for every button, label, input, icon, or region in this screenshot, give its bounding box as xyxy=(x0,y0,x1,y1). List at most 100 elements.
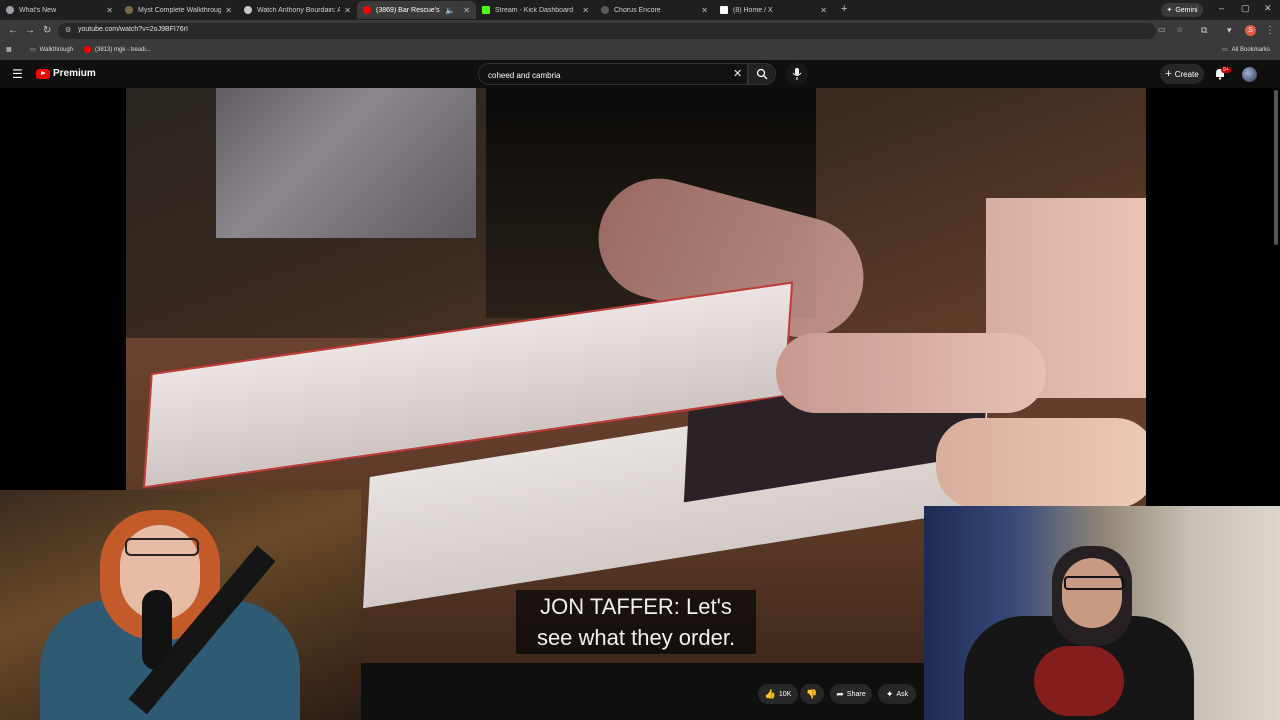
webcam-overlay-right xyxy=(924,506,1280,720)
menu-kebab-icon[interactable]: ⋮ xyxy=(1265,25,1275,36)
browser-tab-bar-rescue[interactable]: (3869) Bar Rescue's WORST 🔈 ✕ xyxy=(357,1,476,19)
all-bookmarks-label: All Bookmarks xyxy=(1231,46,1271,53)
thumbs-up-icon: 👍 xyxy=(764,688,776,699)
browser-tab-whats-new[interactable]: What's New ✕ xyxy=(0,1,119,19)
new-tab-button[interactable]: + xyxy=(841,3,847,15)
browser-tab-bourdain[interactable]: Watch Anthony Bourdain: A Co ✕ xyxy=(238,1,357,19)
ask-button[interactable]: ✦ Ask xyxy=(878,684,916,704)
gemini-button[interactable]: ✦ Gemini xyxy=(1161,3,1203,17)
browser-tab-chorus-encore[interactable]: Chorus Encore ✕ xyxy=(595,1,714,19)
account-avatar[interactable] xyxy=(1242,67,1257,82)
close-tab-icon[interactable]: ✕ xyxy=(820,6,827,15)
forward-icon[interactable]: → xyxy=(25,25,35,36)
folder-icon: ▭ xyxy=(1222,47,1228,53)
all-bookmarks[interactable]: ▭ All Bookmarks xyxy=(1222,46,1271,54)
browser-tab-x[interactable]: (8) Home / X ✕ xyxy=(714,1,833,19)
minimize-icon[interactable]: – xyxy=(1219,3,1224,13)
like-count: 10K xyxy=(778,690,792,698)
browser-tab-bar: What's New ✕ Myst Complete Walkthrough -… xyxy=(0,0,1280,20)
tab-title: Myst Complete Walkthrough - xyxy=(138,6,222,14)
notifications-badge: 9+ xyxy=(1221,67,1231,73)
cast-icon[interactable]: ▭ xyxy=(1158,25,1166,34)
voice-search-button[interactable] xyxy=(786,63,808,85)
bookmark-mgk[interactable]: (3813) mgk - treadi... xyxy=(84,46,151,53)
url-text[interactable]: youtube.com/watch?v=2oJ9BFI76rI xyxy=(78,26,188,33)
clear-search-icon[interactable]: ✕ xyxy=(733,67,742,80)
tab-title: Stream - Kick Dashboard xyxy=(495,6,574,14)
reload-icon[interactable]: ↻ xyxy=(43,25,51,36)
bookmark-star-icon[interactable]: ☆ xyxy=(1176,25,1183,34)
restore-icon[interactable]: ▢ xyxy=(1241,3,1250,14)
search-input[interactable] xyxy=(486,67,730,83)
share-button[interactable]: ➦ Share xyxy=(830,684,872,704)
bookmarks-bar: ▦ ▭ Walkthrough (3813) mgk - treadi... ▭… xyxy=(0,42,1280,60)
ask-label: Ask xyxy=(896,690,909,698)
webcam-overlay-left xyxy=(0,490,361,720)
address-bar-row: ← → ↻ ⚙ youtube.com/watch?v=2oJ9BFI76rI … xyxy=(0,20,1280,42)
streamer-glasses xyxy=(1064,576,1124,590)
video-scene-hand xyxy=(776,333,1046,413)
like-button[interactable]: 👍 10K xyxy=(758,684,798,704)
caption-line: see what they order. xyxy=(536,625,736,650)
close-tab-icon[interactable]: ✕ xyxy=(701,6,708,15)
bookmark-label: (3813) mgk - treadi... xyxy=(95,46,151,53)
video-action-bar: 👍 10K 👎 ➦ Share ✦ Ask xyxy=(360,663,924,720)
caption-line: JON TAFFER: Let's xyxy=(540,594,732,619)
video-scene-shirt xyxy=(216,88,476,238)
youtube-favicon-icon xyxy=(84,46,91,53)
tab-title: Chorus Encore xyxy=(614,6,661,14)
share-arrow-icon: ➦ xyxy=(836,688,844,699)
chrome-icon xyxy=(6,6,14,14)
audio-icon[interactable]: 🔈 xyxy=(445,6,455,15)
video-scene-hand xyxy=(936,418,1146,508)
youtube-favicon-icon xyxy=(363,6,371,14)
video-captions: JON TAFFER: Let's see what they order. xyxy=(516,590,756,654)
address-bar[interactable]: ⚙ youtube.com/watch?v=2oJ9BFI76rI ▭ ☆ xyxy=(58,23,1183,39)
globe-icon xyxy=(601,6,609,14)
youtube-header: ☰ Premium ✕ + Create 9+ xyxy=(0,60,1280,88)
tab-title: (3869) Bar Rescue's WORST xyxy=(376,6,441,14)
browser-tab-kick[interactable]: Stream - Kick Dashboard ✕ xyxy=(476,1,595,19)
site-favicon-icon xyxy=(244,6,252,14)
youtube-premium-logo[interactable]: Premium xyxy=(36,68,96,79)
hamburger-menu-icon[interactable]: ☰ xyxy=(12,67,23,81)
site-info-icon[interactable]: ⚙ xyxy=(65,26,71,34)
create-label: Create xyxy=(1174,69,1199,79)
thumbs-down-icon: 👎 xyxy=(806,688,818,699)
dislike-button[interactable]: 👎 xyxy=(800,684,824,704)
bookmark-label: Walkthrough xyxy=(39,46,74,53)
profile-avatar[interactable]: S xyxy=(1245,25,1256,36)
close-tab-icon[interactable]: ✕ xyxy=(582,6,589,15)
microphone-icon xyxy=(792,68,802,80)
browser-tab-myst[interactable]: Myst Complete Walkthrough - ✕ xyxy=(119,1,238,19)
folder-icon: ▭ xyxy=(30,47,36,53)
extensions-icon[interactable]: ⧉ xyxy=(1201,25,1207,36)
search-button[interactable] xyxy=(748,63,776,85)
close-tab-icon[interactable]: ✕ xyxy=(225,6,232,15)
page-scrollbar[interactable] xyxy=(1274,90,1278,245)
close-tab-icon[interactable]: ✕ xyxy=(463,6,470,15)
share-label: Share xyxy=(846,690,866,698)
x-logo-icon xyxy=(720,6,728,14)
search-icon xyxy=(756,68,768,80)
bookmark-walkthrough[interactable]: ▭ Walkthrough xyxy=(30,46,74,54)
close-window-icon[interactable]: ✕ xyxy=(1264,3,1272,14)
apps-grid-icon[interactable]: ▦ xyxy=(6,46,12,53)
sparkle-icon: ✦ xyxy=(1166,7,1173,14)
tab-title: What's New xyxy=(19,6,57,14)
gemini-label: Gemini xyxy=(1175,6,1198,14)
streamer-glasses xyxy=(125,538,199,556)
youtube-play-icon xyxy=(36,68,50,79)
close-tab-icon[interactable]: ✕ xyxy=(106,6,113,15)
logo-text: Premium xyxy=(53,68,96,79)
tab-search-icon[interactable]: ▾ xyxy=(1227,25,1232,36)
back-icon[interactable]: ← xyxy=(8,25,18,36)
tab-title: (8) Home / X xyxy=(733,6,773,14)
search-box[interactable]: ✕ xyxy=(478,63,748,85)
site-favicon-icon xyxy=(125,6,133,14)
create-button[interactable]: + Create xyxy=(1160,64,1204,84)
streamer-shirt-graphic xyxy=(1034,646,1124,716)
tab-title: Watch Anthony Bourdain: A Co xyxy=(257,6,341,14)
close-tab-icon[interactable]: ✕ xyxy=(344,6,351,15)
streamer-face xyxy=(1062,558,1122,628)
